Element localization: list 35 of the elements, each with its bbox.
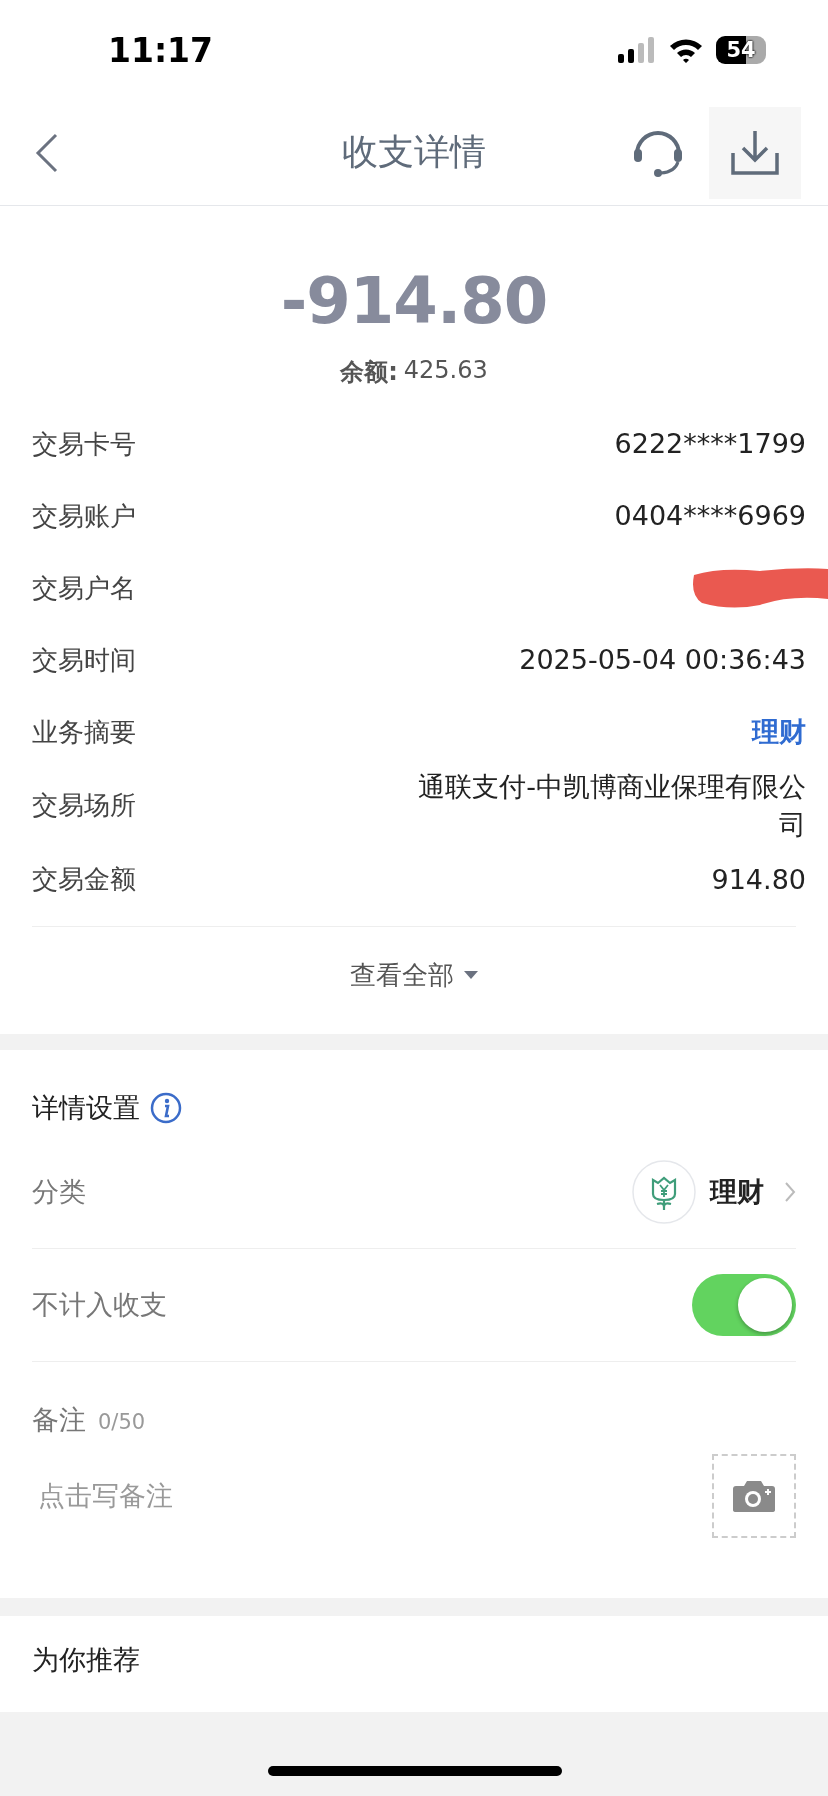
back-button[interactable]	[34, 131, 60, 174]
detail-label: 交易卡号	[32, 427, 136, 461]
detail-value: 914.80	[711, 862, 806, 897]
detail-value: 0404****6969	[614, 499, 806, 534]
signal-icon	[618, 37, 656, 63]
page-title: 收支详情	[341, 130, 487, 174]
section-title: 详情设置	[32, 1090, 140, 1125]
camera-icon	[732, 1478, 776, 1513]
detail-value: 6222****1799	[614, 427, 806, 462]
detail-label: 交易场所	[32, 789, 136, 823]
info-icon[interactable]	[150, 1091, 182, 1124]
add-photo-button[interactable]	[712, 1453, 796, 1538]
balance-value: 425.63	[403, 356, 488, 386]
detail-label: 交易户名	[32, 571, 136, 605]
section-title: 为你推荐	[32, 1642, 141, 1677]
detail-value: 通联支付-中凯博商业保理有限公司	[417, 770, 806, 842]
view-all-button[interactable]: 查看全部	[344, 956, 484, 994]
toggle-label: 不计入收支	[32, 1287, 167, 1322]
balance-label: 余额:	[340, 357, 398, 388]
amount-text: -914.80	[280, 264, 548, 338]
wifi-icon	[668, 37, 704, 63]
detail-label: 交易账户	[32, 499, 136, 533]
category-button[interactable]: 理财	[710, 1173, 770, 1210]
status-time: 11:17	[108, 30, 214, 70]
money-plant-icon	[632, 1159, 696, 1224]
detail-link[interactable]: 理财	[752, 713, 806, 751]
detail-label: 交易金额	[32, 863, 136, 897]
detail-value: 2025-05-04 00:36:43	[519, 643, 806, 678]
caret-down-icon	[464, 971, 478, 980]
detail-label: 交易时间	[32, 643, 136, 677]
note-label: 备注	[32, 1402, 86, 1437]
detail-label: 业务摘要	[32, 715, 136, 749]
download-icon[interactable]	[709, 106, 801, 199]
category-label: 分类	[32, 1174, 86, 1209]
note-counter: 0/50	[98, 1409, 146, 1434]
